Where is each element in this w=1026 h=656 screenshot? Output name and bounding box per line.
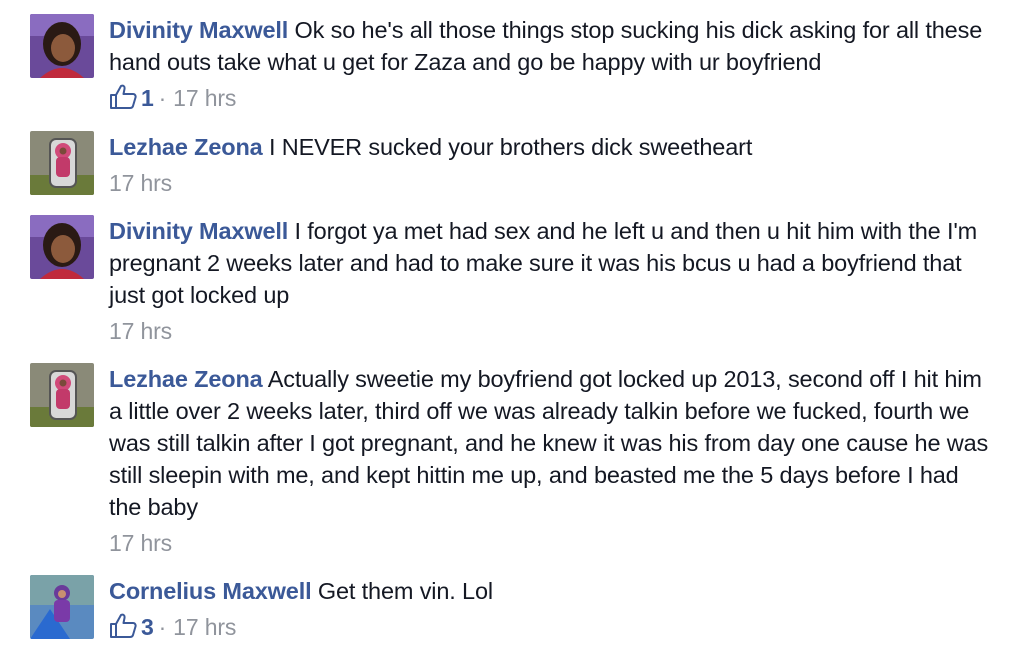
timestamp-link[interactable]: 17 hrs xyxy=(173,82,236,114)
comment-meta: 17 hrs xyxy=(109,315,989,347)
comment-author-link[interactable]: Divinity Maxwell xyxy=(109,218,288,244)
timestamp-link[interactable]: 17 hrs xyxy=(173,611,236,643)
comment-author-link[interactable]: Lezhae Zeona xyxy=(109,134,263,160)
comment-author-link[interactable]: Divinity Maxwell xyxy=(109,17,288,43)
separator-dot: · xyxy=(158,614,167,640)
thumbs-up-icon[interactable] xyxy=(109,613,137,639)
like-count[interactable]: 1 xyxy=(141,82,154,114)
comment-body: Divinity Maxwell Ok so he's all those th… xyxy=(109,14,989,114)
comment-body: Cornelius Maxwell Get them vin. Lol 3 · … xyxy=(109,575,989,643)
avatar[interactable] xyxy=(30,131,94,195)
comment-meta: 3 · 17 hrs xyxy=(109,611,989,643)
thumbs-up-icon[interactable] xyxy=(109,84,137,110)
timestamp-link[interactable]: 17 hrs xyxy=(109,527,172,559)
comment-body: Lezhae Zeona Actually sweetie my boyfrie… xyxy=(109,363,989,559)
comment-author-link[interactable]: Lezhae Zeona xyxy=(109,366,263,392)
comment-body: Lezhae Zeona I NEVER sucked your brother… xyxy=(109,131,989,199)
comment-text: I NEVER sucked your brothers dick sweeth… xyxy=(269,134,753,160)
comment-meta: 1 · 17 hrs xyxy=(109,82,989,114)
avatar[interactable] xyxy=(30,215,94,279)
comment-meta: 17 hrs xyxy=(109,167,989,199)
avatar[interactable] xyxy=(30,363,94,427)
comment-meta: 17 hrs xyxy=(109,527,989,559)
avatar[interactable] xyxy=(30,575,94,639)
separator-dot: · xyxy=(158,85,167,111)
timestamp-link[interactable]: 17 hrs xyxy=(109,167,172,199)
comment-author-link[interactable]: Cornelius Maxwell xyxy=(109,578,312,604)
comment-text: Get them vin. Lol xyxy=(317,578,493,604)
avatar[interactable] xyxy=(30,14,94,78)
timestamp-link[interactable]: 17 hrs xyxy=(109,315,172,347)
like-count[interactable]: 3 xyxy=(141,611,154,643)
comment-body: Divinity Maxwell I forgot ya met had sex… xyxy=(109,215,989,347)
